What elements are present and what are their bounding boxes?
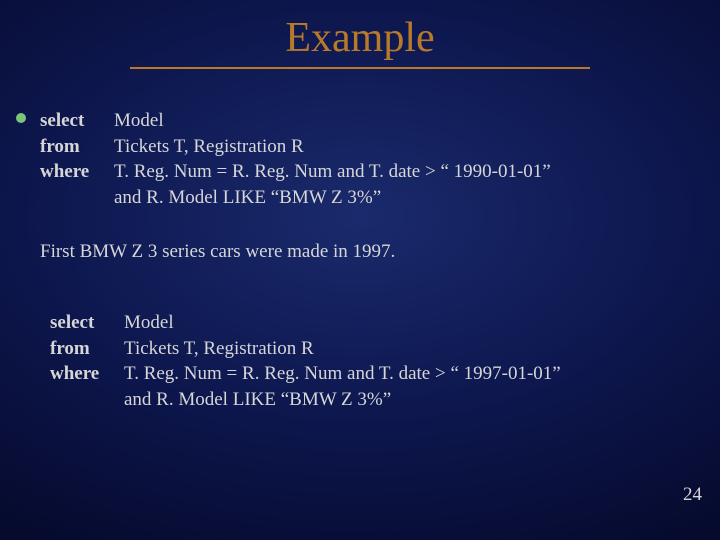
sql-continuation: and R. Model LIKE “BMW Z 3%” (124, 387, 680, 413)
bullet-icon (16, 113, 26, 123)
commentary-text: First BMW Z 3 series cars were made in 1… (40, 239, 680, 265)
sql-continuation: and R. Model LIKE “BMW Z 3%” (114, 185, 680, 211)
sql-row: from Tickets T, Registration R (50, 336, 680, 362)
sql-block-1: select Model from Tickets T, Registratio… (40, 108, 680, 211)
sql-keyword-where: where (40, 159, 114, 185)
sql-value: Tickets T, Registration R (124, 336, 680, 362)
sql-value: Model (114, 108, 680, 134)
sql-value: T. Reg. Num = R. Reg. Num and T. date > … (124, 361, 680, 387)
sql-row: select Model (50, 310, 680, 336)
sql-keyword-where: where (50, 361, 124, 387)
sql-keyword-select: select (40, 108, 114, 134)
slide: Example select Model from Tickets T, Reg… (0, 0, 720, 540)
slide-title: Example (0, 14, 720, 62)
sql-row: from Tickets T, Registration R (40, 134, 680, 160)
sql-row: select Model (40, 108, 680, 134)
sql-value: Tickets T, Registration R (114, 134, 680, 160)
sql-keyword-select: select (50, 310, 124, 336)
sql-keyword-from: from (50, 336, 124, 362)
sql-value: Model (124, 310, 680, 336)
slide-body: select Model from Tickets T, Registratio… (40, 108, 680, 419)
sql-row: where T. Reg. Num = R. Reg. Num and T. d… (40, 159, 680, 185)
sql-row: where T. Reg. Num = R. Reg. Num and T. d… (50, 361, 680, 387)
sql-value: T. Reg. Num = R. Reg. Num and T. date > … (114, 159, 680, 185)
sql-block-2: select Model from Tickets T, Registratio… (50, 310, 680, 413)
page-number: 24 (683, 484, 702, 506)
title-underline (130, 67, 590, 69)
sql-keyword-from: from (40, 134, 114, 160)
